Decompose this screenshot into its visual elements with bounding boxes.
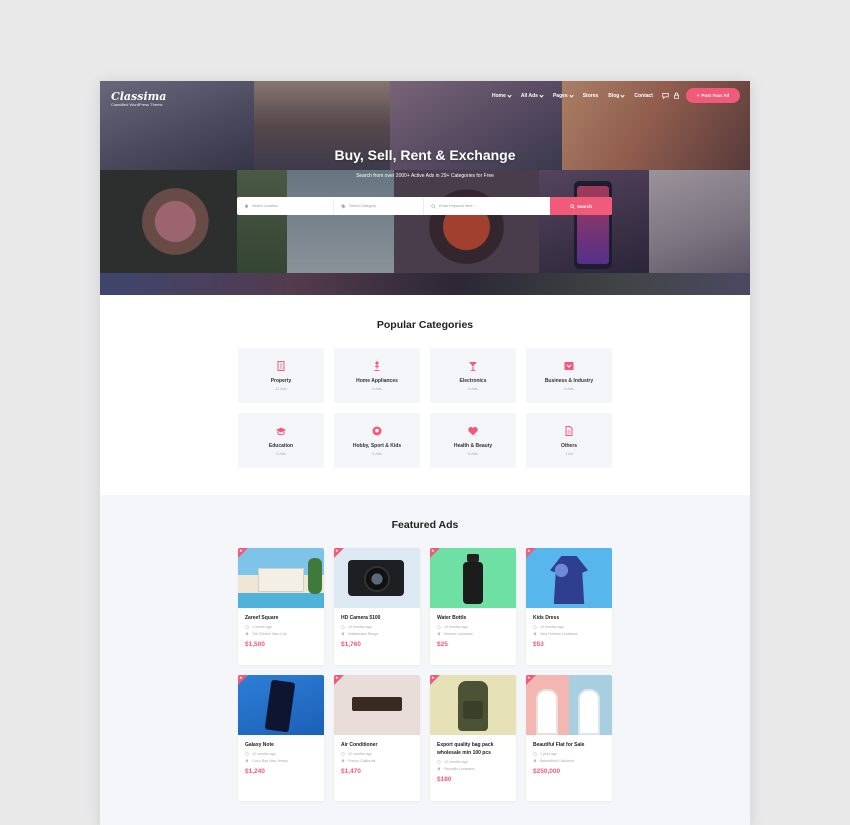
ad-image-ac: ★ [334, 675, 420, 735]
clock-icon [533, 752, 537, 756]
tag-icon [341, 204, 346, 208]
hero-section: Classima Classified WordPress Theme Home… [100, 81, 750, 295]
hero-title: Buy, Sell, Rent & Exchange [334, 147, 516, 163]
ad-image-house: ★ [238, 548, 324, 608]
ad-image-camera: ★ [334, 548, 420, 608]
post-ad-button[interactable]: + Post Your Ad [686, 88, 740, 103]
category-card-business-industry[interactable]: Business & Industry 4 Ads [526, 348, 612, 403]
category-card-home-appliances[interactable]: Home Appliances 4 Ads [334, 348, 420, 403]
nav-item-stores[interactable]: Stores [583, 93, 599, 99]
chevron-down-icon [539, 92, 544, 98]
chevron-down-icon [569, 92, 574, 98]
briefcase-icon [564, 362, 574, 370]
clock-icon [245, 752, 249, 756]
ad-image-bottle: ★ [430, 548, 516, 608]
map-pin-icon [437, 632, 441, 636]
hero-subtitle: Search from over 2000+ Active Ads in 29+… [356, 173, 494, 179]
categories-section: Popular Categories Property 11 Ads Home … [100, 295, 750, 495]
category-card-electronics[interactable]: Electronics 4 Ads [430, 348, 516, 403]
clock-icon [341, 625, 345, 629]
ad-card-hd-camera[interactable]: ★ HD Camera 5100 10 months ago Hollabina… [334, 548, 420, 665]
map-pin-icon [245, 204, 248, 208]
lamp-icon [374, 361, 380, 372]
search-bar: Select Location Select Category Enter Ke… [237, 197, 612, 215]
plus-icon: + [696, 93, 700, 98]
building-icon [277, 361, 285, 371]
nav-icons [662, 92, 680, 99]
featured-title: Featured Ads [391, 519, 459, 531]
map-pin-icon [245, 759, 249, 763]
chevron-down-icon [620, 92, 625, 98]
keyword-input[interactable]: Enter Keyword here ... [424, 197, 548, 215]
star-icon: ★ [335, 548, 339, 553]
ad-image-phone: ★ [238, 675, 324, 735]
category-card-others[interactable]: Others 1 Ad [526, 413, 612, 468]
category-card-hobby-sport-kids[interactable]: Hobby, Sport & Kids 4 Ads [334, 413, 420, 468]
clock-icon [437, 625, 441, 629]
clock-icon [437, 760, 441, 764]
search-icon [570, 203, 575, 209]
soccer-ball-icon [372, 426, 382, 436]
map-pin-icon [437, 767, 441, 771]
star-icon: ★ [527, 675, 531, 680]
star-icon: ★ [335, 675, 339, 680]
featured-ads-section: Featured Ads ★ Zareef Square 1 month ago… [100, 495, 750, 825]
ad-image-flat: ★ [526, 675, 612, 735]
category-card-health-beauty[interactable]: Health & Beauty 6 Ads [430, 413, 516, 468]
location-select[interactable]: Select Location [237, 197, 334, 215]
chevron-down-icon [507, 92, 512, 98]
category-card-education[interactable]: Education 3 Ads [238, 413, 324, 468]
star-icon: ★ [239, 548, 243, 553]
category-select[interactable]: Select Category [334, 197, 424, 215]
nav-item-all-ads[interactable]: All Ads [521, 92, 544, 99]
ad-card-zareef-square[interactable]: ★ Zareef Square 1 month ago Toh Chheile … [238, 548, 324, 665]
ad-card-flat-for-sale[interactable]: ★ Beautiful Flat for Sale 1 year ago Bak… [526, 675, 612, 801]
search-button[interactable]: Search [550, 197, 612, 215]
clock-icon [341, 752, 345, 756]
search-icon [431, 203, 436, 209]
ad-card-galaxy-note[interactable]: ★ Galaxy Note 10 months ago Cox's Bay Ne… [238, 675, 324, 801]
map-pin-icon [245, 632, 249, 636]
ad-image-backpack: ★ [430, 675, 516, 735]
ad-image-dress: ★ [526, 548, 612, 608]
category-card-property[interactable]: Property 11 Ads [238, 348, 324, 403]
heart-icon [468, 426, 478, 436]
nav-item-home[interactable]: Home [492, 92, 512, 99]
map-pin-icon [533, 632, 537, 636]
lock-icon[interactable] [673, 92, 680, 99]
chat-icon[interactable] [662, 92, 669, 99]
clock-icon [245, 625, 249, 629]
star-icon: ★ [431, 675, 435, 680]
map-pin-icon [341, 632, 345, 636]
map-pin-icon [533, 759, 537, 763]
top-navbar: Classima Classified WordPress Theme Home… [100, 87, 750, 109]
document-icon [565, 426, 573, 436]
ad-card-air-conditioner[interactable]: ★ Air Conditioner 10 months ago Fresno C… [334, 675, 420, 801]
nav-item-contact[interactable]: Contact [634, 93, 653, 99]
main-menu: Home All Ads Pages Stores Blog Contact [492, 92, 653, 99]
ad-card-bag-pack[interactable]: ★ Export quality bag pack wholesale min … [430, 675, 516, 801]
ad-card-water-bottle[interactable]: ★ Water Bottle 10 months ago Monroe Loui… [430, 548, 516, 665]
hero-overlay [100, 81, 750, 295]
page-frame: Classima Classified WordPress Theme Home… [100, 81, 750, 825]
nav-item-pages[interactable]: Pages [553, 92, 574, 99]
star-icon: ★ [239, 675, 243, 680]
categories-title: Popular Categories [376, 319, 474, 331]
graduation-cap-icon [276, 427, 286, 436]
map-pin-icon [341, 759, 345, 763]
star-icon: ★ [527, 548, 531, 553]
site-tagline: Classified WordPress Theme [111, 102, 163, 107]
clock-icon [533, 625, 537, 629]
ad-card-kids-dress[interactable]: ★ Kids Dress 10 months ago New Orleans L… [526, 548, 612, 665]
star-icon: ★ [431, 548, 435, 553]
antenna-icon [469, 362, 477, 372]
nav-item-blog[interactable]: Blog [608, 92, 625, 99]
